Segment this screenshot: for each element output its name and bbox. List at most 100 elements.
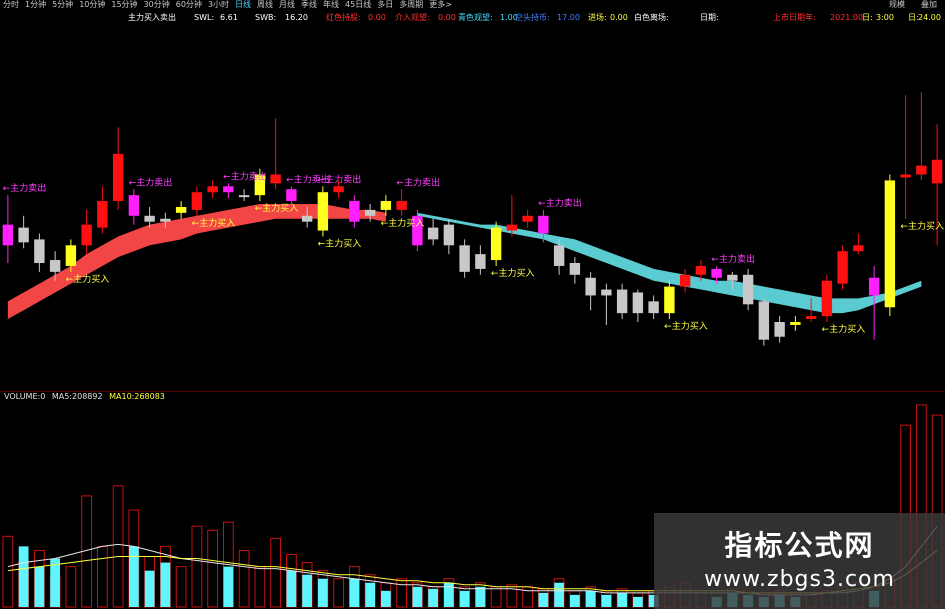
candle-body xyxy=(837,251,848,284)
volume-bar xyxy=(302,574,313,607)
candle-body xyxy=(569,263,581,275)
buy-signal-label: ←主力买入 xyxy=(318,237,362,249)
volume-bar xyxy=(50,558,61,607)
red-hold-label: 红色持股: xyxy=(326,13,361,22)
hour-label: 日: xyxy=(862,13,873,22)
candle-body xyxy=(144,215,155,222)
period-tab-4[interactable]: 15分钟 xyxy=(108,0,140,10)
candle-body xyxy=(853,245,864,252)
listing-year-value: 2021.00 xyxy=(830,13,864,22)
site-watermark: 指标公式网 www.zbgs3.com xyxy=(654,513,945,609)
period-tab-10[interactable]: 月线 xyxy=(276,0,298,10)
buy-signal-label: ←主力买入 xyxy=(900,220,944,232)
volume-bar xyxy=(317,578,328,607)
candle-body xyxy=(821,280,833,317)
volume-bar xyxy=(34,566,45,607)
swb-value: 16.20 xyxy=(285,13,308,22)
swl-label: SWL: xyxy=(194,13,215,22)
candle-body xyxy=(81,224,92,246)
period-tab-2[interactable]: 5分钟 xyxy=(49,0,76,10)
candle-body xyxy=(695,265,707,275)
swl-value: 6.61 xyxy=(220,13,238,22)
volume-bar xyxy=(538,592,549,607)
volume-bar xyxy=(601,594,612,607)
candle-body xyxy=(396,201,407,210)
candle-body xyxy=(616,289,628,314)
period-tab-13[interactable]: 45日线 xyxy=(342,0,374,10)
period-tab-14[interactable]: 多日 xyxy=(374,0,396,10)
indicator-title: 主力买入卖出 xyxy=(128,13,176,22)
sell-signal-label: ←主力卖出 xyxy=(318,173,362,185)
sell-signal-label: ←主力卖出 xyxy=(538,197,582,209)
candle-body xyxy=(679,274,691,287)
orange-value: 0.00 xyxy=(438,13,456,22)
period-tab-7[interactable]: 3小时 xyxy=(205,0,232,10)
volume-bar xyxy=(160,562,171,607)
volume-bar xyxy=(365,582,376,607)
period-tab-8[interactable]: 日线 xyxy=(232,0,254,10)
period-tab-9[interactable]: 周线 xyxy=(254,0,276,10)
candle-body xyxy=(301,215,313,222)
candle-body xyxy=(900,174,911,178)
sell-signal-label: ←主力卖出 xyxy=(711,253,755,265)
candle-body xyxy=(18,227,29,243)
period-tab-5[interactable]: 30分钟 xyxy=(141,0,173,10)
candle-body xyxy=(805,316,817,320)
period-tab-16[interactable]: 更多> xyxy=(426,0,455,10)
candle-body xyxy=(538,215,549,234)
candle-body xyxy=(223,186,234,193)
candle-body xyxy=(475,254,486,269)
period-tab-0[interactable]: 分时 xyxy=(0,0,22,10)
candle-body xyxy=(380,201,392,210)
sell-signal-label: ←主力卖出 xyxy=(3,182,47,194)
candle-body xyxy=(506,224,518,231)
candle-body xyxy=(34,239,45,263)
toolbar-right-label-1[interactable]: 规模 xyxy=(886,0,908,10)
candle-body xyxy=(191,192,203,210)
candle-body xyxy=(711,268,722,278)
period-tab-3[interactable]: 10分钟 xyxy=(76,0,108,10)
candlestick-chart[interactable]: ←主力卖出 ←主力卖出 ←主力买入 ←主力卖出 ←主力卖出 ←主力买入 ←主力买入 ←主力卖出… xyxy=(0,26,945,386)
volume-bar xyxy=(632,596,643,607)
volume-bar xyxy=(286,570,297,607)
candle-body xyxy=(916,165,927,175)
buy-signal-label: ←主力买入 xyxy=(192,217,236,229)
period-tab-1[interactable]: 1分钟 xyxy=(22,0,49,10)
candle-body xyxy=(175,206,187,213)
buy-signal-label: ←主力买入 xyxy=(255,202,299,214)
volume-bar xyxy=(475,586,486,607)
red-hold-value: 0.00 xyxy=(368,13,386,22)
period-tab-11[interactable]: 季线 xyxy=(298,0,320,10)
buy-signal-label: ←主力买入 xyxy=(664,320,708,332)
buy-signal-label: ←主力买入 xyxy=(491,267,535,279)
candle-body xyxy=(112,153,124,202)
period-tab-12[interactable]: 年线 xyxy=(320,0,342,10)
volume-bar xyxy=(223,566,234,607)
candle-body xyxy=(742,274,754,305)
candle-body xyxy=(427,227,439,240)
volume-bar xyxy=(428,588,439,607)
candle-body xyxy=(207,186,218,193)
candle-body xyxy=(931,159,943,184)
candle-body xyxy=(286,189,297,202)
candle-body xyxy=(585,277,596,296)
candle-body xyxy=(632,292,644,314)
volume-bar xyxy=(569,594,580,607)
volume-bar xyxy=(617,592,628,607)
date-label: 日期: xyxy=(700,13,719,22)
period-toolbar: 分时 1分钟 5分钟 10分钟 15分钟 30分钟 60分钟 3小时 日线 周线 月线 季线 年线 45日… xyxy=(0,0,945,10)
period-tab-15[interactable]: 多周期 xyxy=(396,0,426,10)
volume-bar xyxy=(18,546,29,607)
candle-body xyxy=(868,277,880,296)
candle-body xyxy=(790,322,801,325)
entry-label: 进场: xyxy=(588,13,607,22)
candle-body xyxy=(97,201,108,228)
period-tab-6[interactable]: 60分钟 xyxy=(173,0,205,10)
toolbar-right-label-2[interactable]: 叠加 xyxy=(918,0,940,10)
volume-bar xyxy=(144,570,155,607)
candle-body xyxy=(238,195,250,198)
blue-value: 17.00 xyxy=(557,13,580,22)
volume-bar xyxy=(554,582,565,607)
candle-body xyxy=(727,274,738,281)
volume-bar xyxy=(349,578,360,607)
